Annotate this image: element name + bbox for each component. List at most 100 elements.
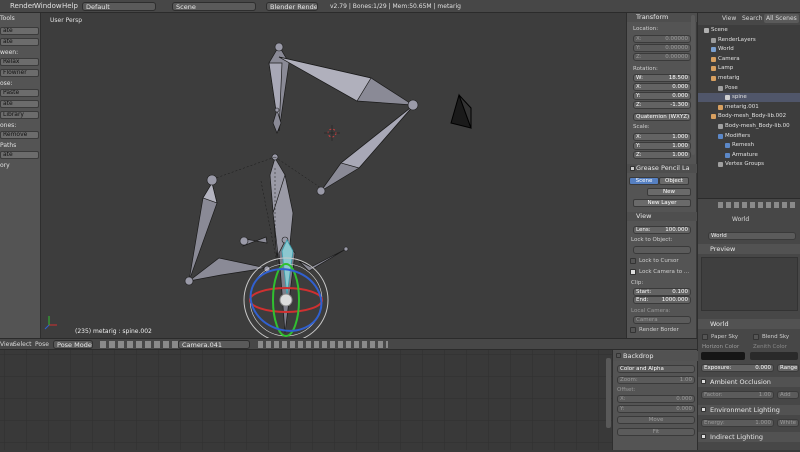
- layout-select[interactable]: Default: [82, 2, 156, 11]
- outliner-row[interactable]: spine: [698, 93, 800, 103]
- gp-new-layer-button[interactable]: New Layer: [633, 199, 691, 207]
- tool-button[interactable]: ate: [0, 38, 39, 46]
- rotation-y-field[interactable]: Y: 0.000: [633, 92, 691, 100]
- menu-render[interactable]: Render: [10, 2, 35, 10]
- 3d-viewport[interactable]: User Persp (235) metarig: spine.002: [41, 13, 626, 338]
- node-editor[interactable]: [0, 350, 612, 450]
- world-panel-header[interactable]: World: [698, 319, 800, 329]
- outliner-row[interactable]: metarig: [698, 74, 800, 83]
- outliner-row[interactable]: World: [698, 45, 800, 54]
- horizon-color-swatch[interactable]: [701, 352, 745, 360]
- outliner-row[interactable]: Pose: [698, 84, 800, 93]
- tool-button[interactable]: ate: [0, 27, 39, 35]
- render-engine-select[interactable]: Blender Render: [266, 2, 318, 11]
- gp-scene-button[interactable]: Scene: [629, 177, 659, 185]
- ao-blend-select[interactable]: Add: [777, 391, 799, 399]
- outliner-row[interactable]: Armature: [698, 151, 800, 160]
- outliner-display-mode[interactable]: All Scenes: [764, 14, 799, 23]
- vp-select-menu[interactable]: Select: [13, 341, 32, 348]
- indirect-lighting-checkbox[interactable]: [701, 434, 706, 439]
- render-border-checkbox[interactable]: [630, 327, 636, 333]
- backdrop-mode-select[interactable]: Color and Alpha: [617, 365, 695, 373]
- blend-sky-checkbox[interactable]: [753, 334, 759, 340]
- local-camera-field[interactable]: Camera: [633, 316, 691, 324]
- outliner-row[interactable]: Scene: [698, 26, 800, 35]
- menu-window[interactable]: Window: [34, 2, 62, 10]
- tool-button[interactable]: ate: [0, 151, 39, 159]
- backdrop-move-button[interactable]: Move: [617, 416, 695, 424]
- clip-start-field[interactable]: Start: 0.100: [633, 288, 691, 296]
- camera-select[interactable]: Camera.041: [178, 340, 250, 349]
- scale-x-field[interactable]: X: 1.000: [633, 133, 691, 141]
- tool-button[interactable]: Relax: [0, 58, 39, 66]
- env-color-select[interactable]: White: [777, 419, 799, 427]
- backdrop-zoom-field[interactable]: Zoom: 1.00: [617, 376, 695, 384]
- paper-sky-checkbox[interactable]: [702, 334, 708, 340]
- backdrop-header[interactable]: Backdrop: [613, 351, 698, 361]
- gp-new-button[interactable]: New: [647, 188, 691, 196]
- rotation-w-field[interactable]: W: 18.500: [633, 74, 691, 82]
- mode-select[interactable]: Pose Mode: [53, 340, 93, 349]
- props-tab-icons[interactable]: [718, 202, 798, 208]
- scale-z-field[interactable]: Z: 1.000: [633, 151, 691, 159]
- tool-button[interactable]: Remove: [0, 131, 39, 139]
- outliner-row[interactable]: Remesh: [698, 141, 800, 150]
- preview-header[interactable]: Preview: [698, 244, 800, 254]
- rotation-mode-select[interactable]: Quaternion (WXYZ): [633, 113, 691, 121]
- outliner-row[interactable]: Body-mesh_Body-lib.002: [698, 112, 800, 121]
- location-z-field[interactable]: Z: 0.00000: [633, 53, 691, 61]
- backdrop-fit-button[interactable]: Fit: [617, 428, 695, 436]
- tool-button[interactable]: ate: [0, 100, 39, 108]
- outliner-search-menu[interactable]: Search: [742, 15, 763, 22]
- exposure-field[interactable]: Exposure: 0.000: [701, 364, 774, 372]
- world-datablock[interactable]: World: [708, 232, 796, 240]
- indirect-lighting-header[interactable]: Indirect Lighting: [698, 432, 800, 442]
- gp-object-button[interactable]: Object: [659, 177, 689, 185]
- env-lighting-header[interactable]: Environment Lighting: [698, 405, 800, 415]
- tool-section-label: ween:: [0, 49, 19, 56]
- range-field[interactable]: Range: [777, 364, 799, 372]
- lock-camera-checkbox[interactable]: [630, 269, 636, 275]
- location-x-field[interactable]: X: 0.00000: [633, 35, 691, 43]
- lock-cursor-checkbox[interactable]: [630, 258, 636, 264]
- tool-button[interactable]: Paste: [0, 89, 39, 97]
- ao-header[interactable]: Ambient Occlusion: [698, 377, 800, 387]
- lens-field[interactable]: Lens: 100.000: [633, 226, 691, 234]
- lock-object-field[interactable]: [633, 246, 691, 254]
- outliner-row[interactable]: Camera: [698, 55, 800, 64]
- scale-y-field[interactable]: Y: 1.000: [633, 142, 691, 150]
- location-y-field[interactable]: Y: 0.00000: [633, 44, 691, 52]
- outliner-row[interactable]: Vertex Groups: [698, 160, 800, 169]
- viewport-shading-icons[interactable]: [100, 341, 178, 348]
- menu-help[interactable]: Help: [62, 2, 78, 10]
- outliner-row[interactable]: metarig.001: [698, 103, 800, 112]
- backdrop-y-field[interactable]: Y: 0.000: [617, 405, 695, 413]
- scene-select[interactable]: Scene: [172, 2, 256, 11]
- env-energy-field[interactable]: Energy: 1.000: [701, 419, 774, 427]
- ao-checkbox[interactable]: [701, 379, 706, 384]
- grease-pencil-checkbox[interactable]: [630, 165, 635, 171]
- outliner-row[interactable]: RenderLayers: [698, 36, 800, 45]
- outliner-row[interactable]: Modifiers: [698, 132, 800, 141]
- outliner-item-label: Body-mesh_Body-lib.00: [725, 123, 790, 129]
- grease-pencil-header[interactable]: Grease Pencil La: [627, 164, 697, 173]
- transform-header[interactable]: Transform: [627, 13, 697, 22]
- layer-buttons[interactable]: [258, 341, 388, 348]
- node-editor-scrollbar[interactable]: [606, 358, 611, 428]
- view-panel-header[interactable]: View: [627, 212, 697, 221]
- outliner-row[interactable]: Body-mesh_Body-lib.00: [698, 122, 800, 131]
- outliner-view-menu[interactable]: View: [722, 15, 736, 22]
- vp-pose-menu[interactable]: Pose: [35, 341, 49, 348]
- zenith-color-swatch[interactable]: [750, 352, 798, 360]
- npanel-scrollbar[interactable]: [691, 15, 695, 155]
- backdrop-checkbox[interactable]: [616, 353, 621, 358]
- rotation-z-field[interactable]: Z: -1.300: [633, 101, 691, 109]
- clip-end-field[interactable]: End: 1000.000: [633, 296, 691, 304]
- tool-button[interactable]: Flowner: [0, 69, 39, 77]
- ao-factor-field[interactable]: Factor: 1.00: [701, 391, 774, 399]
- outliner-row[interactable]: Lamp: [698, 64, 800, 73]
- env-lighting-checkbox[interactable]: [701, 407, 706, 412]
- tool-button[interactable]: Library: [0, 111, 39, 119]
- rotation-x-field[interactable]: X: 0.000: [633, 83, 691, 91]
- backdrop-x-field[interactable]: X: 0.000: [617, 395, 695, 403]
